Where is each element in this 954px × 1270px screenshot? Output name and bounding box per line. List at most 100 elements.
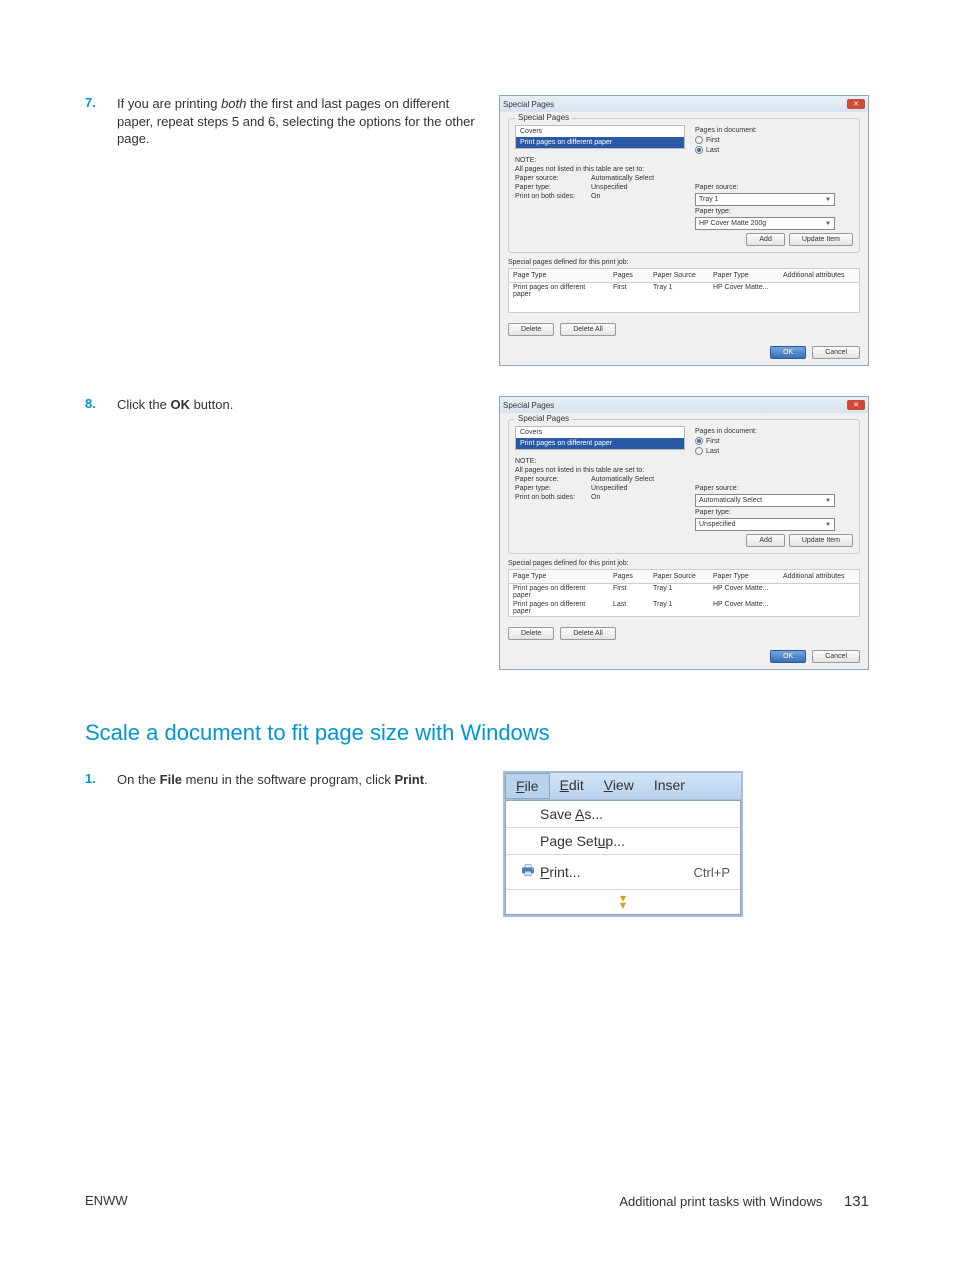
chevron-down-icon: ▼ (825, 197, 831, 203)
text-fragment: If you are printing (117, 96, 221, 111)
menu-page-setup[interactable]: Page Setup... (506, 828, 740, 855)
update-item-button[interactable]: Update Item (789, 233, 853, 246)
cancel-button[interactable]: Cancel (812, 346, 860, 359)
menu-item-label: Page Setup... (540, 833, 730, 849)
cell: HP Cover Matte... (709, 584, 779, 600)
special-pages-list[interactable]: Covers Print pages on different paper (515, 426, 685, 450)
chevron-down-icon: ▼ (825, 221, 831, 227)
table-body[interactable]: Print pages on different paper First Tra… (508, 283, 860, 313)
chevron-down-icon: ▼ (825, 498, 831, 504)
delete-button[interactable]: Delete (508, 627, 554, 640)
table-row[interactable]: Print pages on different paper First Tra… (509, 283, 859, 299)
cell: Print pages on different paper (509, 283, 609, 299)
paper-source-label: Paper source: (695, 184, 853, 191)
special-pages-list[interactable]: Covers Print pages on different paper (515, 125, 685, 149)
cell: Print pages on different paper (509, 600, 609, 616)
update-item-button[interactable]: Update Item (789, 534, 853, 547)
footer-right: Additional print tasks with Windows 131 (619, 1193, 869, 1210)
text-emphasis: both (221, 96, 246, 111)
paper-type-select[interactable]: HP Cover Matte 200g ▼ (695, 217, 835, 230)
note-text: All pages not listed in this table are s… (515, 166, 685, 173)
radio-last[interactable]: Last (695, 447, 853, 455)
column-header: Paper Type (709, 572, 779, 581)
list-item[interactable]: Covers (516, 126, 684, 137)
pages-in-doc-label: Pages in document: (695, 127, 853, 134)
delete-all-button[interactable]: Delete All (560, 323, 616, 336)
defined-label: Special pages defined for this print job… (508, 560, 860, 567)
cell (779, 584, 859, 600)
menu-view[interactable]: View (594, 773, 644, 799)
special-pages-dialog: Special Pages ✕ Special Pages Covers Pri… (499, 396, 869, 670)
cell: Tray 1 (649, 600, 709, 616)
kv-label: Paper source: (515, 175, 583, 182)
radio-first[interactable]: First (695, 136, 853, 144)
menu-save-as[interactable]: Save As... (506, 801, 740, 828)
paper-source-select[interactable]: Automatically Select▼ (695, 494, 835, 507)
list-item[interactable]: Print pages on different paper (516, 137, 684, 148)
radio-first[interactable]: First (695, 437, 853, 445)
close-icon[interactable]: ✕ (847, 400, 865, 410)
select-value: HP Cover Matte 200g (699, 220, 766, 227)
kv-value: Automatically Select (591, 476, 654, 483)
paper-source-select[interactable]: Tray 1▼ (695, 193, 835, 206)
kv-label: Print on both sides: (515, 193, 583, 200)
cell: Last (609, 600, 649, 616)
kv-value: Unspecified (591, 184, 628, 191)
list-item[interactable]: Print pages on different paper (516, 438, 684, 449)
ok-button[interactable]: OK (770, 650, 806, 663)
cell (779, 283, 859, 299)
printer-icon: 🖶 (516, 860, 540, 884)
step-number: 8. (85, 396, 117, 411)
table-body[interactable]: Print pages on different paper First Tra… (508, 584, 860, 617)
paper-source-label: Paper source: (695, 485, 853, 492)
table-row[interactable]: Print pages on different paper First Tra… (509, 584, 859, 600)
ok-button[interactable]: OK (770, 346, 806, 359)
text-bold: Print (394, 772, 424, 787)
chevron-down-icon: ▼ (825, 522, 831, 528)
pages-in-doc-label: Pages in document: (695, 428, 853, 435)
step-7-text: If you are printing both the first and l… (117, 95, 481, 148)
column-header: Paper Type (709, 271, 779, 280)
paper-type-select[interactable]: Unspecified▼ (695, 518, 835, 531)
list-item[interactable]: Covers (516, 427, 684, 438)
text-fragment: . (424, 772, 428, 787)
add-button[interactable]: Add (746, 233, 784, 246)
dialog-title: Special Pages (503, 401, 554, 410)
file-menu-screenshot: File Edit View Inser Save As... Page Set… (503, 771, 743, 917)
column-header: Additional attributes (779, 572, 859, 581)
cell: Tray 1 (649, 584, 709, 600)
menu-bar: File Edit View Inser (505, 773, 741, 800)
kv-value: On (591, 494, 600, 501)
delete-button[interactable]: Delete (508, 323, 554, 336)
step-8-text: Click the OK button. (117, 396, 233, 414)
step-number: 7. (85, 95, 117, 110)
close-icon[interactable]: ✕ (847, 99, 865, 109)
paper-type-label: Paper type: (695, 208, 853, 215)
kv-value: Unspecified (591, 485, 628, 492)
menu-edit[interactable]: Edit (550, 773, 594, 799)
menu-file[interactable]: File (505, 773, 550, 799)
kv-label: Paper type: (515, 184, 583, 191)
radio-label: First (706, 438, 720, 445)
add-button[interactable]: Add (746, 534, 784, 547)
column-header: Paper Source (649, 572, 709, 581)
cell: Tray 1 (649, 283, 709, 299)
menu-print[interactable]: 🖶 Print... Ctrl+P (506, 855, 740, 890)
dialog-title: Special Pages (503, 100, 554, 109)
table-row[interactable]: Print pages on different paper Last Tray… (509, 600, 859, 616)
kv-label: Print on both sides: (515, 494, 583, 501)
group-label: Special Pages (515, 414, 572, 423)
note-title: NOTE: (515, 458, 685, 465)
menu-item-label: Print... (540, 864, 694, 880)
delete-all-button[interactable]: Delete All (560, 627, 616, 640)
menu-insert[interactable]: Inser (644, 773, 695, 799)
radio-label: Last (706, 448, 719, 455)
kv-label: Paper type: (515, 485, 583, 492)
radio-last[interactable]: Last (695, 146, 853, 154)
menu-expand[interactable]: ▾▾ (506, 890, 740, 914)
cell: HP Cover Matte... (709, 283, 779, 299)
cancel-button[interactable]: Cancel (812, 650, 860, 663)
table-header: Page Type Pages Paper Source Paper Type … (508, 268, 860, 283)
column-header: Pages (609, 271, 649, 280)
column-header: Page Type (509, 572, 609, 581)
